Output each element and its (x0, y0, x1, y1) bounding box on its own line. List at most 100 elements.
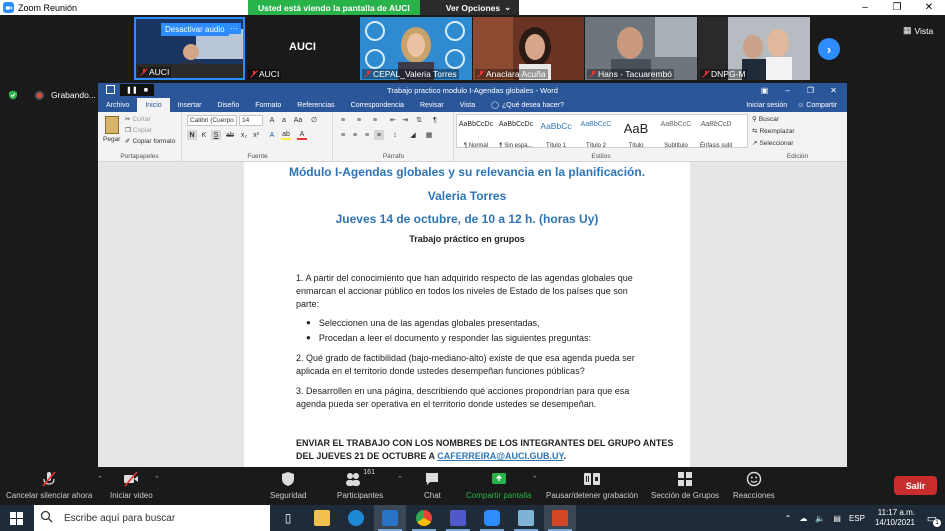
bullets-icon[interactable]: ≡ (338, 115, 348, 125)
style-heading-2[interactable]: AaBbCcC Título 2 (577, 117, 615, 151)
maximize-icon[interactable]: ❐ (881, 0, 913, 15)
language-indicator[interactable]: ESP (849, 514, 865, 523)
mute-button[interactable]: Desactivar audio (161, 23, 229, 36)
taskbar-clock[interactable]: 11:17 a.m. 14/10/2021 (875, 508, 915, 528)
font-size-select[interactable]: 14 (239, 115, 263, 126)
replace-button[interactable]: ⇆ Reemplazar (752, 127, 795, 136)
style-subtitle[interactable]: AaBbCcC Subtítulo (657, 117, 695, 151)
document-page[interactable]: Módulo I-Agendas globales y su relevanci… (244, 162, 690, 467)
font-name-select[interactable]: Calibri (Cuerpo (187, 115, 237, 126)
style-normal[interactable]: AaBbCcDc ¶ Normal (457, 117, 495, 151)
line-spacing-icon[interactable]: ↕ (390, 130, 400, 140)
speaker-icon[interactable]: 🔈 (815, 514, 825, 523)
tell-me-box[interactable]: ◯ ¿Qué desea hacer? (483, 98, 572, 112)
participant-tile-auci[interactable]: AUCI AUCI (246, 17, 359, 80)
share-caret-icon[interactable]: ⌃ (532, 475, 538, 483)
tab-archivo[interactable]: Archivo (98, 98, 137, 112)
pause-recording-button[interactable]: Pausar/detener grabación (546, 469, 638, 500)
numbering-icon[interactable]: ≡ (354, 115, 364, 125)
network-icon[interactable]: ▤ (833, 514, 841, 523)
file-explorer-button[interactable] (306, 505, 338, 531)
shrink-font-icon[interactable]: a (279, 115, 289, 125)
minimize-icon[interactable]: – (849, 0, 881, 15)
powerpoint-button[interactable] (544, 505, 576, 531)
participant-tile-self[interactable]: Desactivar audio ⋯ AUCI (134, 17, 245, 80)
audio-caret-icon[interactable]: ⌃ (97, 475, 103, 483)
onedrive-icon[interactable]: ☁ (799, 514, 807, 523)
decrease-indent-icon[interactable]: ⇤ (388, 115, 398, 125)
close-icon[interactable]: ✕ (913, 0, 945, 15)
font-color-icon[interactable]: A (297, 130, 307, 140)
participants-button[interactable]: 161 Participantes (337, 469, 383, 500)
copy-button[interactable]: ❐ Copiar (125, 126, 152, 135)
doc-email-link[interactable]: CAFERREIRA@AUCI.GUB.UY (437, 451, 563, 461)
align-center-icon[interactable]: ≡ (350, 130, 360, 140)
chrome-button[interactable] (408, 505, 440, 531)
share-button[interactable]: ☺ Compartir (797, 102, 837, 109)
ribbon-display-icon[interactable]: ▣ (753, 83, 776, 98)
notifications-button[interactable]: ▭ 1 (923, 509, 941, 527)
video-caret-icon[interactable]: ⌃ (154, 475, 160, 483)
word-minimize-icon[interactable]: – (776, 83, 799, 98)
italic-icon[interactable]: K (199, 130, 209, 140)
find-button[interactable]: ⚲ Buscar (752, 115, 779, 124)
participant-tile-cepal[interactable]: CEPAL_Valeria Torres (360, 17, 472, 80)
pilcrow-icon[interactable]: ¶ (430, 115, 440, 125)
participant-tile-dnpg[interactable]: DNPG-M (698, 17, 810, 80)
zoom-app-button[interactable] (476, 505, 508, 531)
show-hidden-icons-icon[interactable]: ⌃ (785, 514, 792, 523)
tab-correspondencia[interactable]: Correspondencia (343, 98, 412, 112)
style-no-spacing[interactable]: AaBbCcDc ¶ Sin espa... (497, 117, 535, 151)
security-button[interactable]: Seguridad (270, 469, 306, 500)
cut-button[interactable]: ✂ Cortar (125, 115, 151, 124)
chat-button[interactable]: Chat (424, 469, 441, 500)
justify-icon[interactable]: ≡ (374, 130, 384, 140)
subscript-icon[interactable]: x₂ (239, 130, 249, 140)
word-close-icon[interactable]: ✕ (822, 83, 845, 98)
word-maximize-icon[interactable]: ❐ (799, 83, 822, 98)
shading-icon[interactable]: ◢ (408, 130, 418, 140)
more-options-icon[interactable]: ⋯ (227, 23, 241, 34)
next-page-arrow-icon[interactable]: › (818, 38, 840, 60)
snip-button[interactable] (510, 505, 542, 531)
increase-indent-icon[interactable]: ⇥ (400, 115, 410, 125)
superscript-icon[interactable]: x² (251, 130, 261, 140)
document-area[interactable]: Módulo I-Agendas globales y su relevanci… (98, 162, 847, 467)
tab-revisar[interactable]: Revisar (412, 98, 452, 112)
format-painter-button[interactable]: ✐ Copiar formato (125, 137, 175, 146)
participant-tile-anaclara[interactable]: Anaclara Acuña (473, 17, 584, 80)
view-button[interactable]: ▦ Vista (903, 25, 933, 36)
tab-diseno[interactable]: Diseño (209, 98, 247, 112)
participants-caret-icon[interactable]: ⌃ (397, 475, 403, 483)
tab-inicio[interactable]: Inicio (137, 98, 170, 112)
multilevel-icon[interactable]: ≡ (370, 115, 380, 125)
mail-button[interactable] (374, 505, 406, 531)
highlight-icon[interactable]: ab (281, 130, 291, 140)
style-subtle-emphasis[interactable]: AaBbCcD Énfasis sutil (697, 117, 735, 151)
align-left-icon[interactable]: ≡ (338, 130, 348, 140)
sort-icon[interactable]: ⇅ (414, 115, 424, 125)
borders-icon[interactable]: ▦ (424, 130, 434, 140)
select-button[interactable]: ↗ Seleccionar (752, 139, 793, 148)
tab-formato[interactable]: Formato (247, 98, 289, 112)
start-button[interactable] (0, 505, 32, 531)
clear-format-icon[interactable]: ∅ (309, 115, 319, 125)
view-options-button[interactable]: Ver Opciones ⌄ (419, 0, 520, 15)
participant-tile-hans[interactable]: Hans - Tacuarembó (585, 17, 697, 80)
edge-button[interactable] (340, 505, 372, 531)
share-screen-button[interactable]: Compartir pantalla (466, 469, 531, 500)
signin-link[interactable]: Iniciar sesión (746, 102, 787, 109)
style-heading-1[interactable]: AaBbCc Título 1 (537, 117, 575, 151)
underline-icon[interactable]: S (211, 130, 221, 140)
unmute-button[interactable]: Cancelar silenciar ahora (6, 469, 92, 500)
breakout-rooms-button[interactable]: Sección de Grupos (651, 469, 719, 500)
teams-button[interactable] (442, 505, 474, 531)
style-title[interactable]: AaB Título (617, 117, 655, 151)
start-video-button[interactable]: Iniciar video (110, 469, 153, 500)
grow-font-icon[interactable]: A (267, 115, 277, 125)
align-right-icon[interactable]: ≡ (362, 130, 372, 140)
leave-button[interactable]: Salir (894, 476, 937, 495)
tab-referencias[interactable]: Referencias (289, 98, 342, 112)
paste-button[interactable]: Pegar (103, 116, 120, 143)
strikethrough-icon[interactable]: ab (225, 130, 235, 140)
